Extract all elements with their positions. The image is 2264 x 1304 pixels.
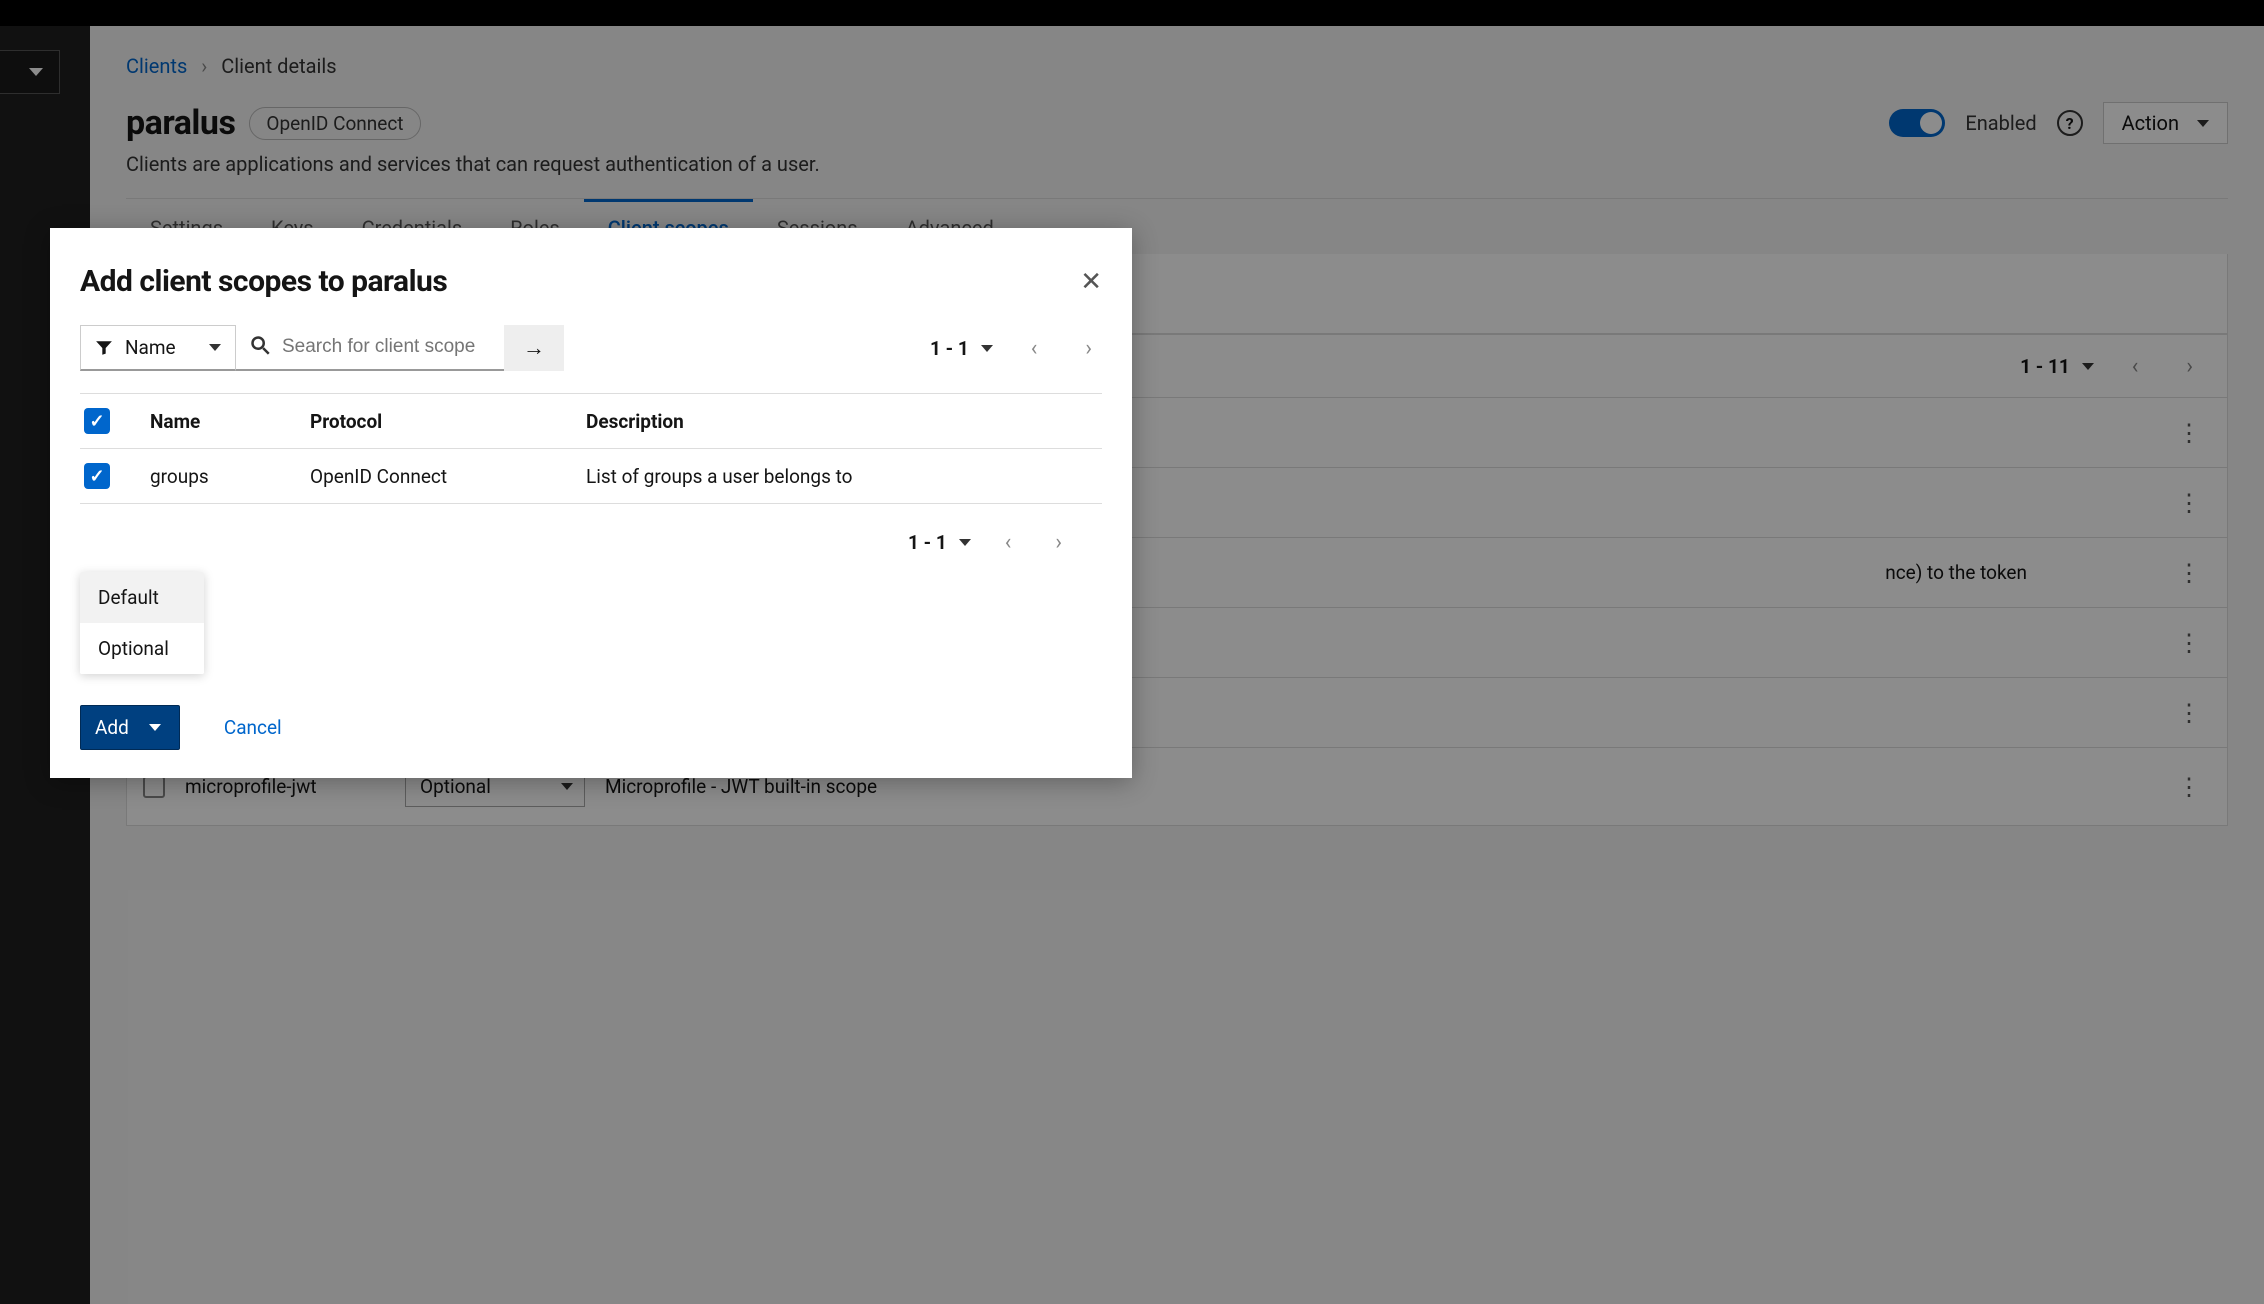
pager-prev[interactable]: ‹ (995, 530, 1022, 555)
pager-next[interactable]: › (1075, 336, 1102, 361)
pager-range: 1 - 1 (908, 531, 947, 554)
modal-top-pager: 1 - 1 ‹ › (930, 336, 1102, 361)
pager-range: 1 - 1 (930, 337, 969, 360)
filter-attribute-select[interactable]: Name (80, 325, 236, 371)
col-header-description[interactable]: Description (586, 410, 1098, 433)
row-description: List of groups a user belongs to (586, 465, 1098, 488)
search-submit-button[interactable]: → (504, 325, 564, 371)
table-header: ✓ Name Protocol Description (80, 394, 1102, 449)
add-button[interactable]: Add (80, 705, 180, 750)
col-header-protocol[interactable]: Protocol (310, 410, 586, 433)
caret-down-icon (149, 724, 161, 731)
pager-next[interactable]: › (1045, 530, 1072, 555)
add-option-default[interactable]: Default (80, 572, 204, 623)
table-row: ✓ groups OpenID Connect List of groups a… (80, 449, 1102, 504)
caret-down-icon (209, 344, 221, 351)
cancel-button[interactable]: Cancel (224, 716, 282, 739)
search-icon (250, 335, 270, 359)
add-option-optional[interactable]: Optional (80, 623, 204, 674)
pager-prev[interactable]: ‹ (1021, 336, 1048, 361)
modal-title: Add client scopes to paralus (80, 264, 447, 299)
caret-down-icon[interactable] (981, 345, 993, 352)
row-protocol: OpenID Connect (310, 465, 586, 488)
row-checkbox[interactable]: ✓ (84, 463, 110, 489)
col-header-name[interactable]: Name (150, 410, 310, 433)
close-icon[interactable]: ✕ (1080, 267, 1102, 297)
filter-label: Name (125, 336, 176, 359)
arrow-right-icon: → (523, 335, 545, 361)
select-all-checkbox[interactable]: ✓ (84, 408, 110, 434)
modal-bottom-pager: 1 - 1 ‹ › (50, 504, 1132, 555)
search-input[interactable] (282, 336, 527, 358)
client-scope-table: ✓ Name Protocol Description ✓ groups Ope… (80, 394, 1102, 504)
row-name: groups (150, 465, 310, 488)
add-label: Add (95, 716, 129, 739)
add-type-menu: Default Optional (80, 572, 204, 674)
add-client-scopes-modal: Add client scopes to paralus ✕ Name → (50, 228, 1132, 778)
search-field[interactable] (236, 325, 504, 371)
caret-down-icon[interactable] (959, 539, 971, 546)
filter-icon (95, 339, 113, 357)
